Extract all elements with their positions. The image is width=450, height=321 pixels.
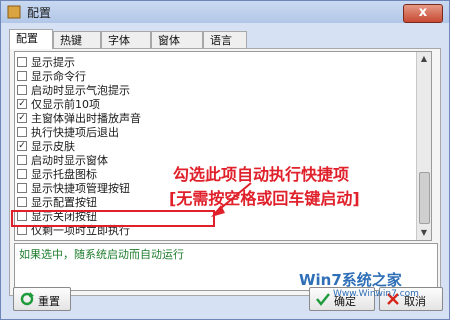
config-dialog: 配置 x 配置 热键 字体 窗体 语言 显示提示 显示命令行 启动时显示气泡提示…	[0, 0, 450, 320]
reset-button[interactable]: 重置	[13, 287, 71, 311]
tab-config[interactable]: 配置	[9, 29, 53, 49]
watermark-logo: Win7系统之家 Www.Winwin7.com	[299, 271, 419, 299]
check-icon	[316, 293, 330, 306]
highlight-box	[11, 210, 215, 227]
refresh-icon	[20, 292, 34, 306]
